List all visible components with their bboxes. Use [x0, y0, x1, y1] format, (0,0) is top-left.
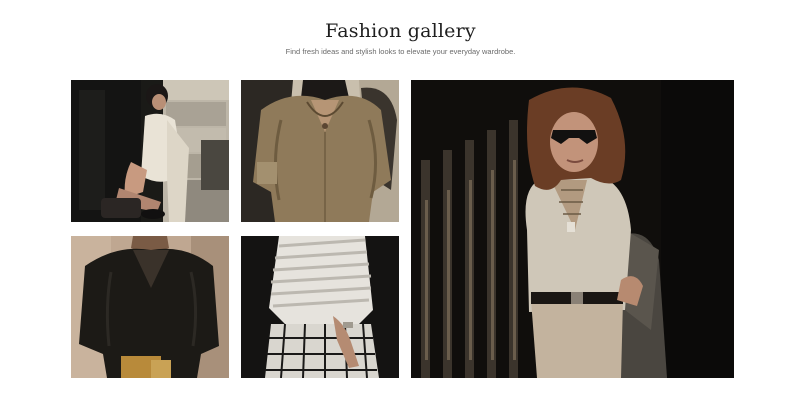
photo-striped-shirt [241, 236, 399, 378]
gallery-image-2[interactable] [241, 80, 399, 222]
photo-woman-sunglasses [411, 80, 734, 378]
gallery-title: Fashion gallery [325, 20, 476, 42]
gallery-image-5[interactable] [411, 80, 734, 378]
gallery-image-1[interactable] [71, 80, 229, 222]
gallery-subtitle: Find fresh ideas and stylish looks to el… [285, 47, 516, 56]
photo-linen-shirt [241, 80, 399, 222]
gallery-image-3[interactable] [71, 236, 229, 378]
photo-crouching-woman [71, 80, 229, 222]
photo-black-blouse [71, 236, 229, 378]
gallery-image-4[interactable] [241, 236, 399, 378]
